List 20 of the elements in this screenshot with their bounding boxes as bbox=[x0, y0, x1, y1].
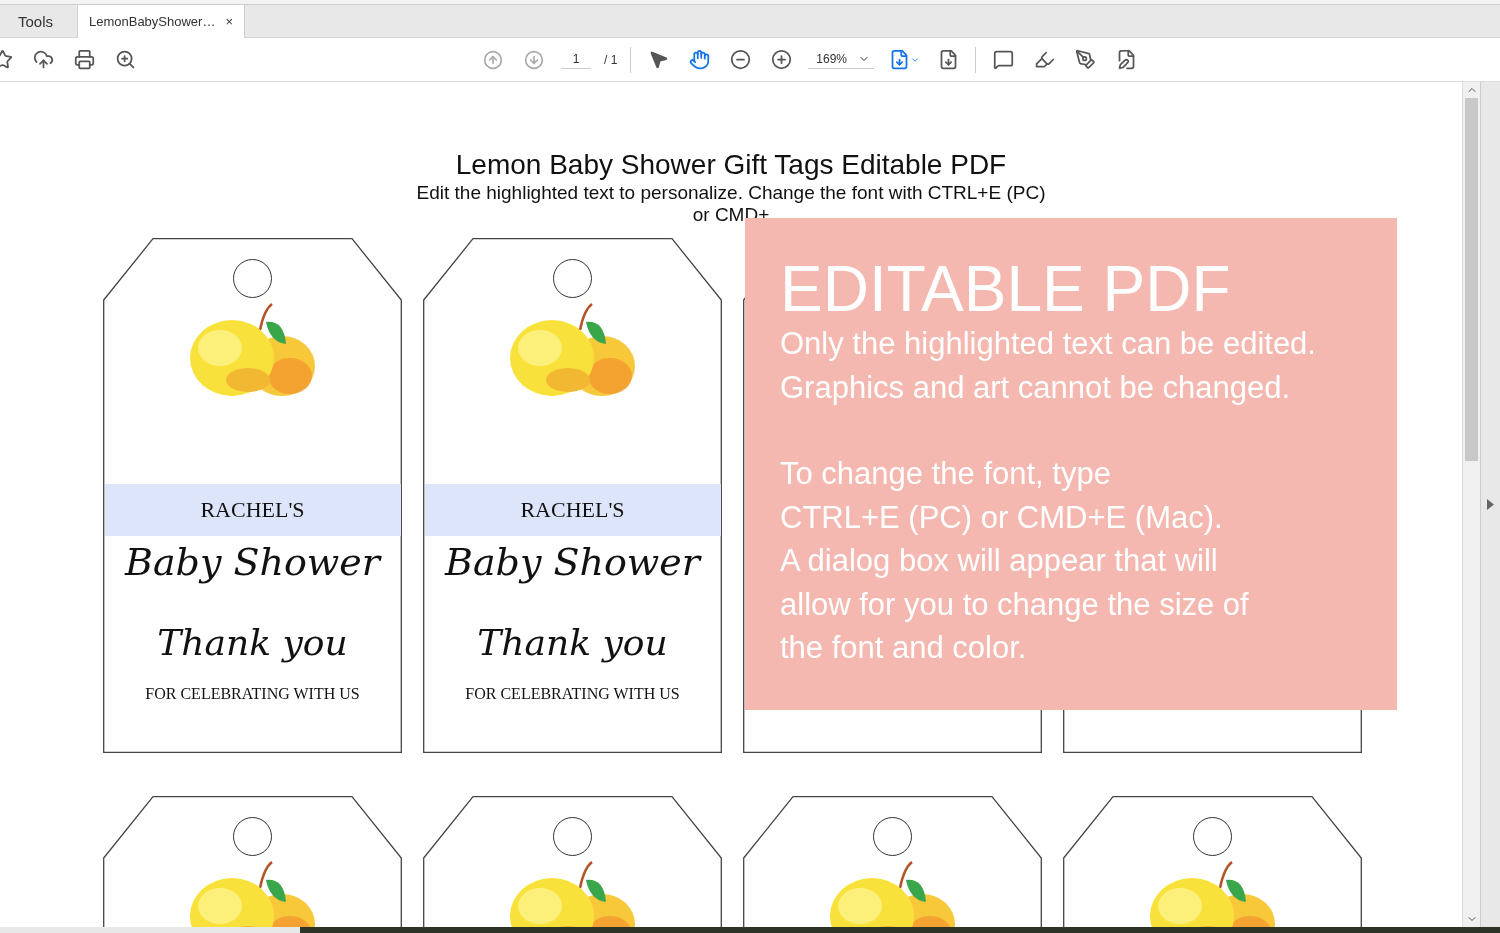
script-heading: Baby Shower bbox=[125, 540, 380, 584]
expand-icon[interactable] bbox=[1487, 499, 1494, 510]
script-thanks: Thank you bbox=[477, 622, 668, 663]
notice-title: EDITABLE PDF bbox=[780, 256, 1232, 322]
page-field[interactable]: 1 bbox=[561, 50, 591, 69]
close-icon[interactable]: × bbox=[225, 14, 234, 29]
document-title: Lemon Baby Shower Gift Tags Editable PDF bbox=[455, 148, 1007, 182]
tag-caption: FOR CELEBRATING WITH US bbox=[145, 685, 360, 703]
tab[interactable]: LemonBabyShower… × bbox=[78, 5, 245, 38]
name-field[interactable]: RACHEL'S bbox=[424, 484, 721, 536]
name-field[interactable]: RACHEL'S bbox=[104, 484, 401, 536]
scrollbar[interactable] bbox=[1462, 82, 1480, 927]
zoom-dropdown[interactable]: 169% bbox=[808, 50, 875, 69]
tag-caption: FOR CELEBRATING WITH US bbox=[465, 685, 680, 703]
notice-text: Only the highlighted text can be edited. Graphics and art cannot be changed. bbox=[780, 325, 1317, 407]
scroll-thumb[interactable] bbox=[1465, 98, 1478, 461]
script-heading: Baby Shower bbox=[445, 540, 700, 584]
script-thanks: Thank you bbox=[157, 622, 348, 663]
notice-text: To change the font, type CTRL+E (PC) or CMD+E (Mac). A dialog box will appear that will allow for you to change the size of the font and color. bbox=[780, 455, 1250, 667]
page-total: / 1 bbox=[604, 52, 618, 67]
